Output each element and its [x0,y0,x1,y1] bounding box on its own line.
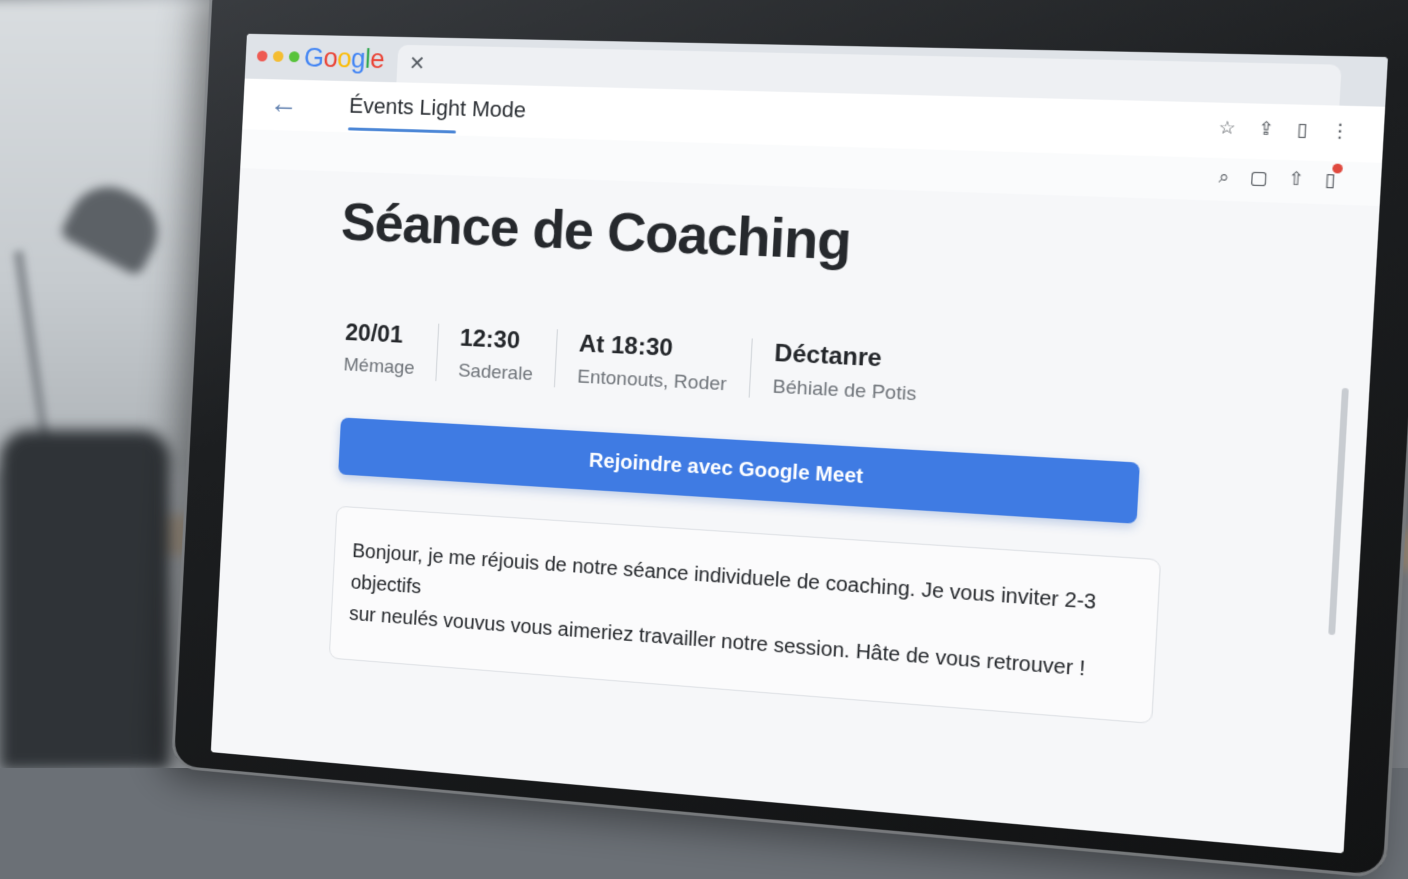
reader-icon[interactable]: ▢ [1249,168,1268,190]
tablet-icon[interactable]: ▯ [1296,120,1308,142]
meta-label: Entonouts, Roder [576,366,728,396]
event-meta: 20/01 Mémage 12:30 Saderale At 18:30 Ent… [343,319,943,408]
page-title: Séance de Coaching [339,192,853,272]
close-icon[interactable]: ✕ [408,51,425,76]
window-controls [256,50,300,63]
event-page: Séance de Coaching 20/01 Mémage 12:30 Sa… [210,168,1380,854]
meta-value: 20/01 [344,319,404,349]
meta-date: 20/01 Mémage [343,319,438,381]
scrollbar[interactable] [1328,387,1349,636]
meta-value: 12:30 [459,324,521,355]
event-description: Bonjour, je me réjouis de notre séance i… [328,505,1162,724]
google-logo-letter: e [369,44,386,75]
monitor: Google ✕ ← Évents Light Mode ☆ ⇪ ▯ ⋮ ⌕ ▢… [170,0,1408,879]
maximize-window-button[interactable] [288,51,300,63]
notification-badge [1332,163,1343,174]
share-icon[interactable]: ⇪ [1257,119,1274,141]
toolbar-icons: ☆ ⇪ ▯ ⋮ [1218,118,1350,143]
meta-label: Mémage [343,354,416,379]
share-out-icon[interactable]: ⇧ [1287,169,1304,191]
google-logo-letter: G [303,42,325,73]
search-icon[interactable]: ⌕ [1218,167,1230,189]
background-chair [0,430,170,768]
google-logo: Google [303,43,385,75]
meta-location: Déctanre Béhiale de Potis [748,338,943,408]
minimize-window-button[interactable] [272,50,284,62]
meta-value: At 18:30 [578,330,674,363]
notification-icon[interactable]: ▯ [1324,163,1343,192]
meta-time: 12:30 Saderale [435,323,557,388]
back-arrow-icon[interactable]: ← [269,87,299,121]
meta-value: Déctanre [773,339,883,373]
browser-screen: Google ✕ ← Évents Light Mode ☆ ⇪ ▯ ⋮ ⌕ ▢… [210,33,1388,854]
star-icon[interactable]: ☆ [1218,118,1236,140]
more-icon[interactable]: ⋮ [1329,120,1350,142]
meta-end-time: At 18:30 Entonouts, Roder [553,329,752,398]
join-google-meet-button[interactable]: Rejoindre avec Google Meet [338,417,1140,524]
close-window-button[interactable] [256,50,268,62]
page-tab-label[interactable]: Évents Light Mode [349,93,527,124]
meta-label: Saderale [457,360,534,386]
action-icons: ⌕ ▢ ⇧ ▯ [1218,163,1343,192]
meta-label: Béhiale de Potis [772,376,917,406]
